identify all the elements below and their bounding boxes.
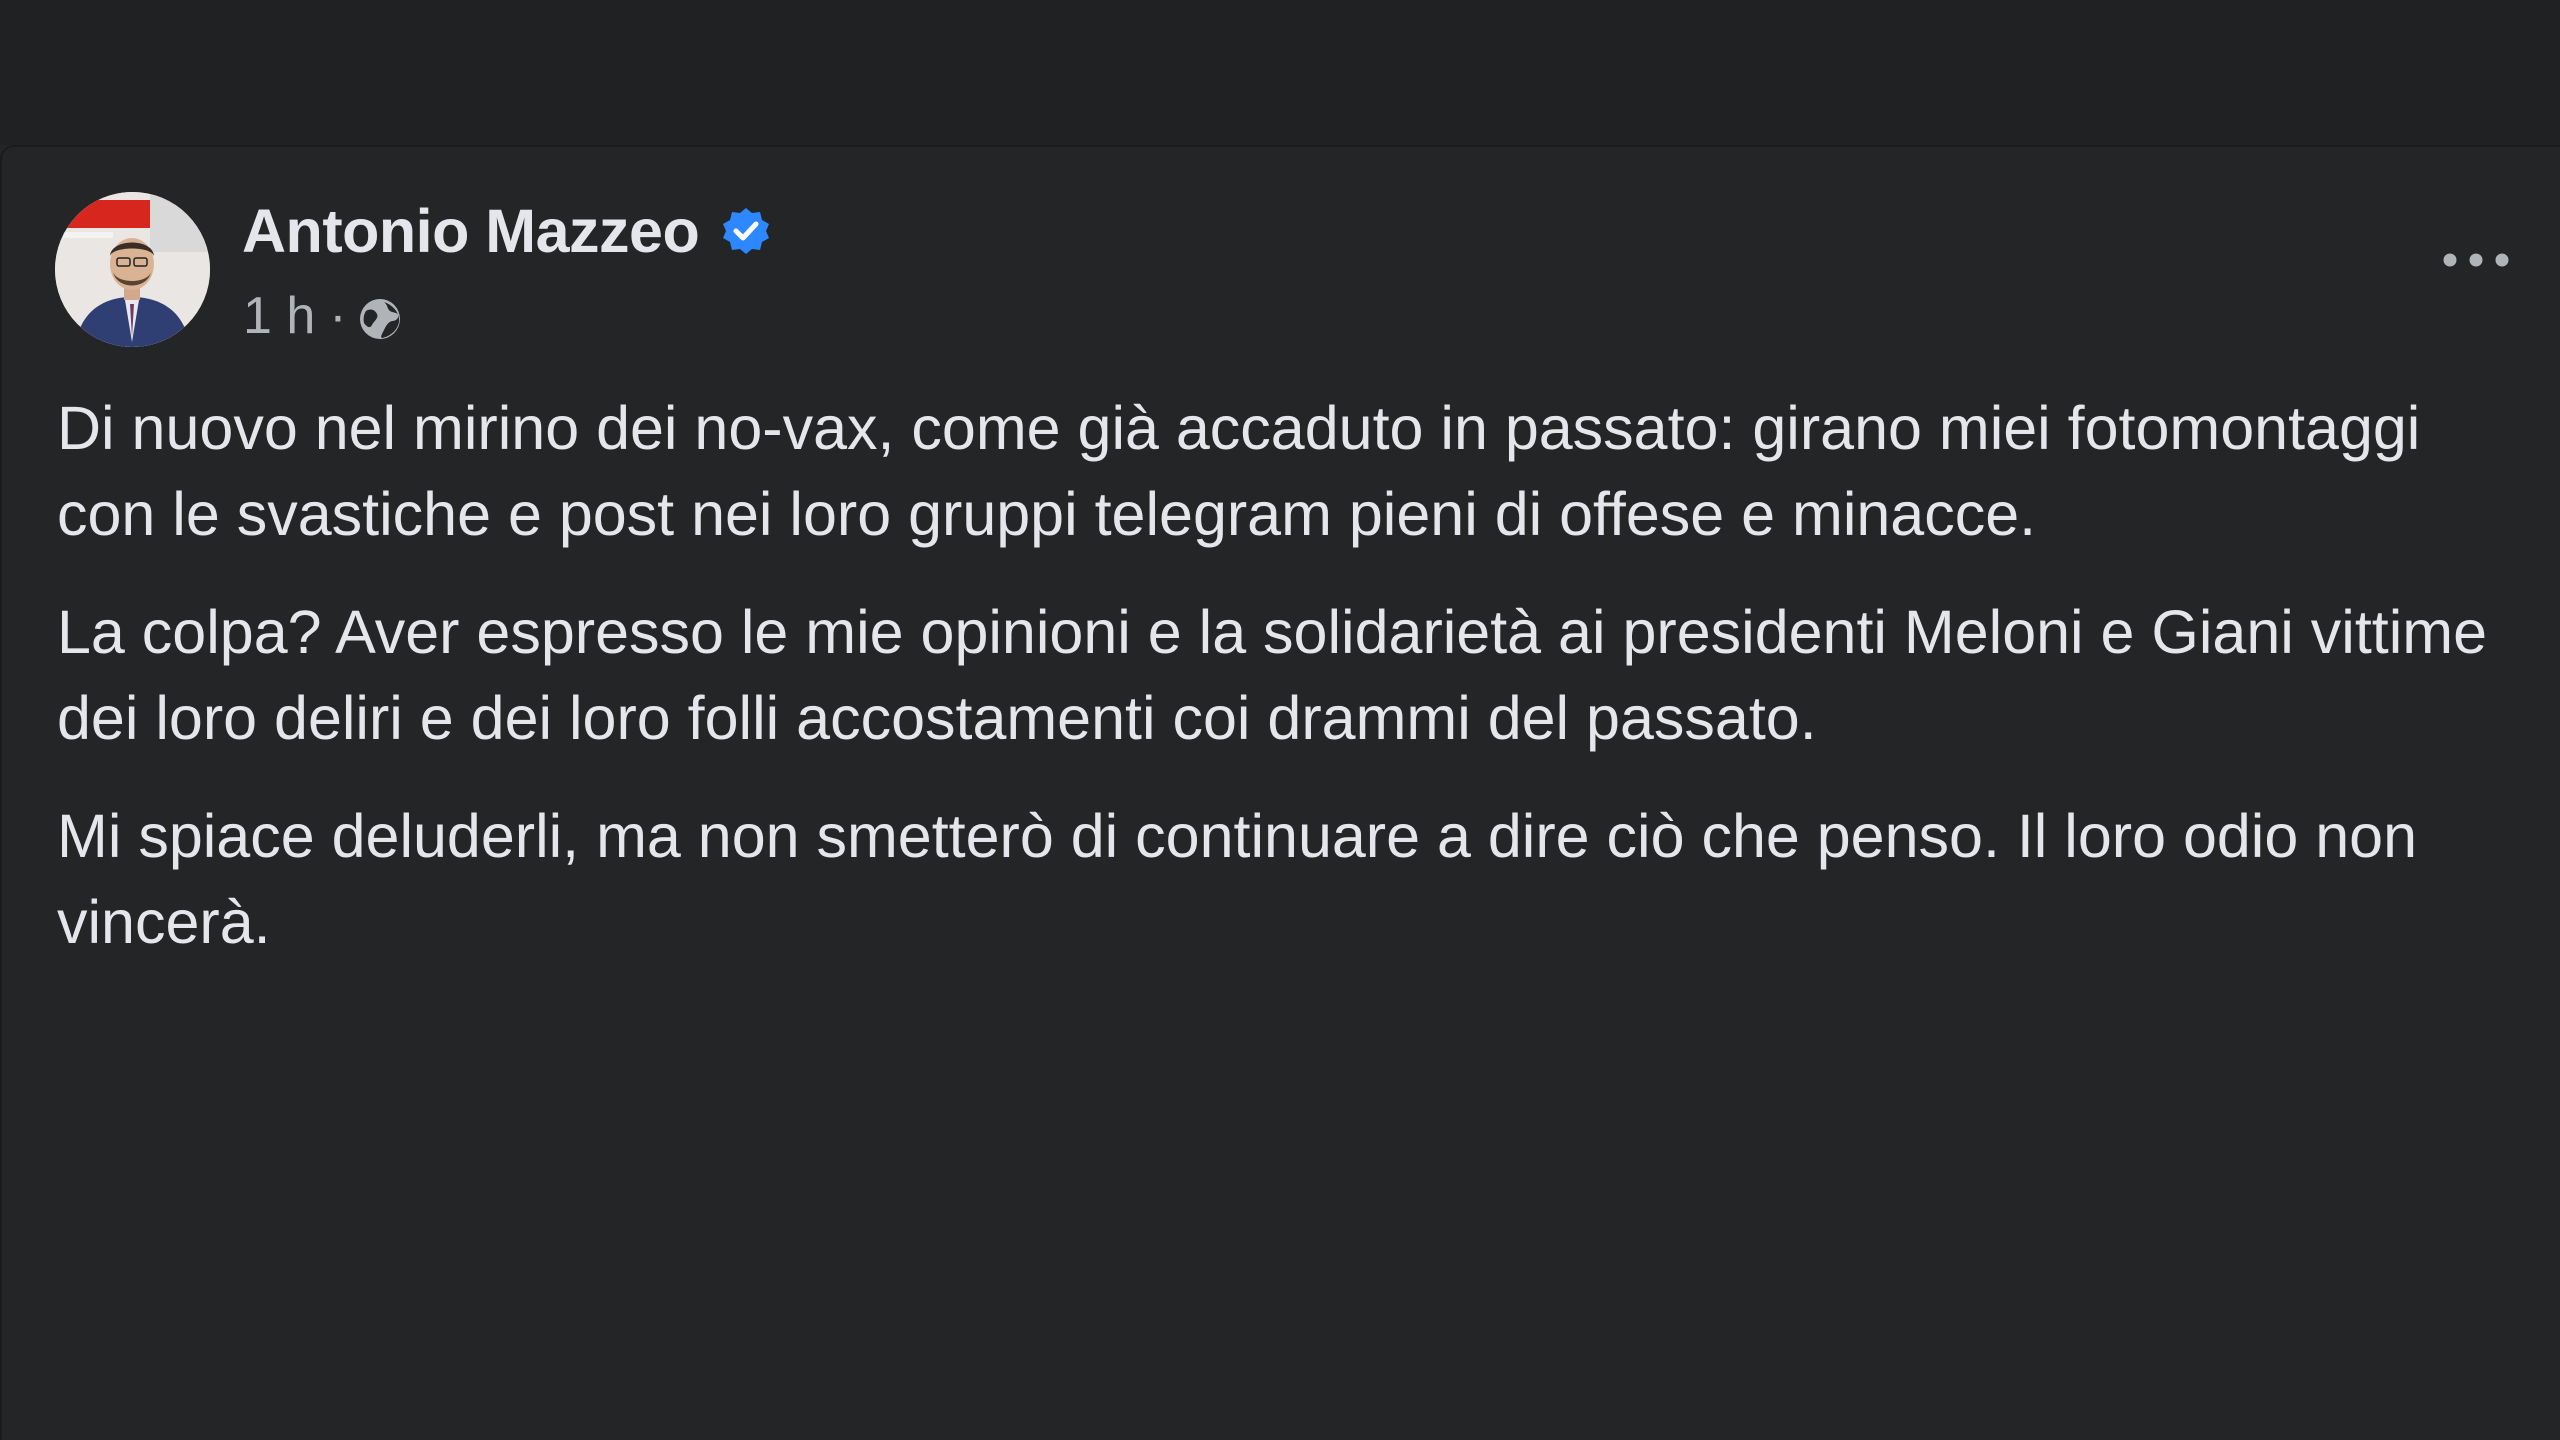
verified-badge-icon xyxy=(723,208,770,254)
post-meta: 1 h · xyxy=(243,285,403,347)
post-paragraph: Mi spiace deluderli, ma non smetterò di … xyxy=(57,802,2417,956)
post-body: Di nuovo nel mirino dei no-vax, come già… xyxy=(57,385,2517,997)
author-name[interactable]: Antonio Mazzeo xyxy=(242,196,700,266)
avatar-image xyxy=(55,192,210,347)
globe-icon[interactable] xyxy=(357,296,403,342)
more-options-icon[interactable] xyxy=(2436,235,2516,285)
post-timestamp[interactable]: 1 h xyxy=(243,286,315,346)
post-header: Antonio Mazzeo xyxy=(242,196,771,266)
avatar[interactable] xyxy=(55,192,210,347)
post-paragraph: Di nuovo nel mirino dei no-vax, come già… xyxy=(57,394,2421,548)
top-bar xyxy=(0,0,2560,145)
meta-separator: · xyxy=(329,287,347,345)
post-paragraph: La colpa? Aver espresso le mie opinioni … xyxy=(57,598,2488,752)
